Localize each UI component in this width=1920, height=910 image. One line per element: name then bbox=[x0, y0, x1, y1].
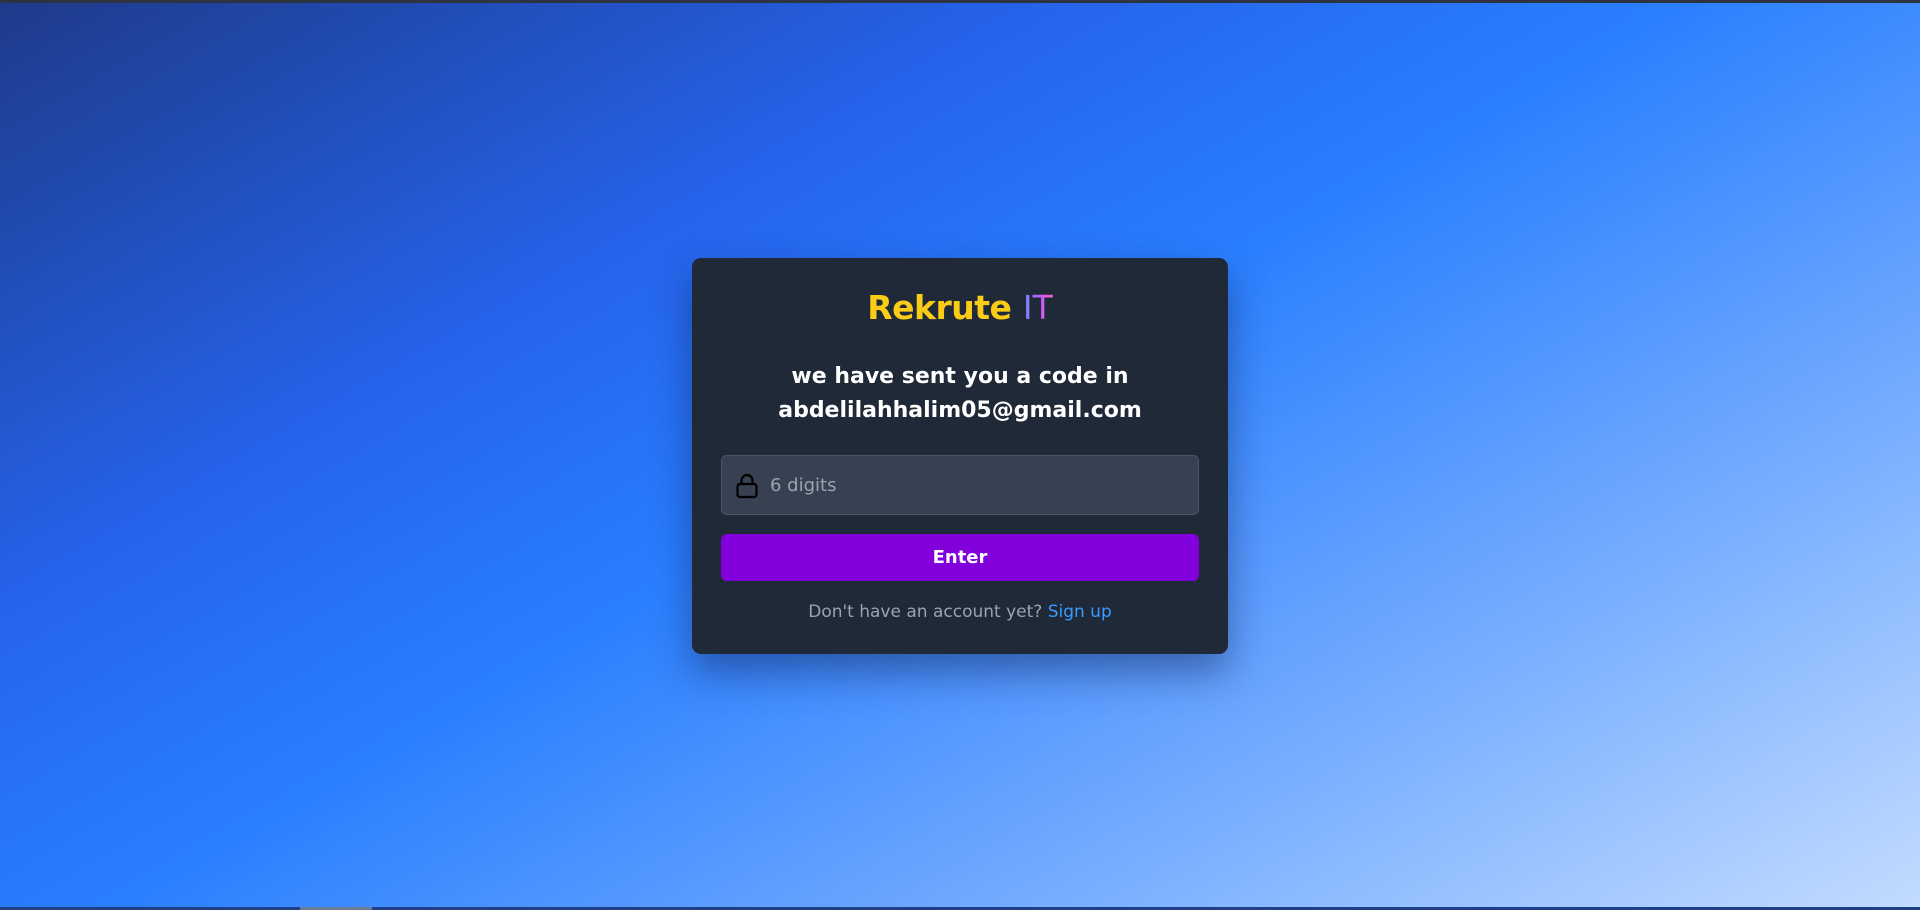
logo-accent-text: IT bbox=[1022, 288, 1053, 327]
verification-card: Rekrute IT we have sent you a code in ab… bbox=[692, 258, 1228, 654]
window-top-border bbox=[0, 0, 1920, 3]
verification-message: we have sent you a code in abdelilahhali… bbox=[692, 360, 1228, 428]
message-email: abdelilahhalim05@gmail.com bbox=[778, 398, 1142, 423]
signup-prompt-text: Don't have an account yet? bbox=[808, 602, 1043, 622]
logo-brand-text: Rekrute bbox=[867, 288, 1012, 327]
lock-icon bbox=[735, 473, 759, 499]
code-field[interactable] bbox=[721, 455, 1199, 515]
sign-up-link[interactable]: Sign up bbox=[1048, 602, 1112, 622]
code-input[interactable] bbox=[770, 456, 1190, 514]
enter-button[interactable]: Enter bbox=[721, 534, 1199, 581]
message-line: we have sent you a code in bbox=[791, 364, 1129, 389]
signup-prompt: Don't have an account yet? Sign up bbox=[692, 600, 1228, 624]
app-logo: Rekrute IT bbox=[692, 286, 1228, 330]
